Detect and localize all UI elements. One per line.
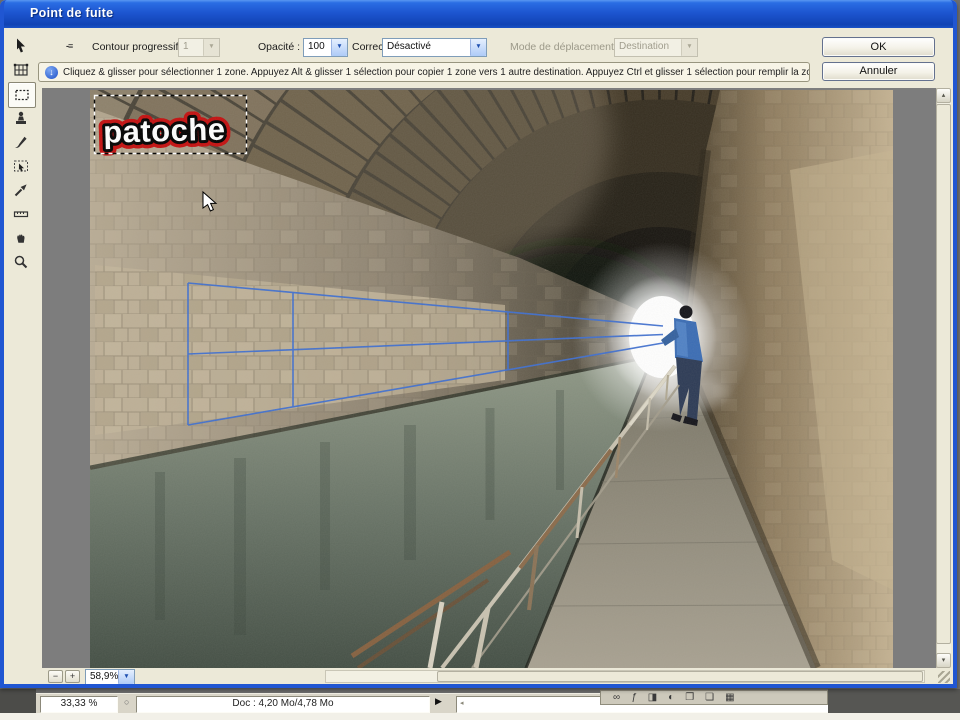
create-plane-tool[interactable] — [8, 58, 34, 82]
arrow-cursor-icon — [17, 38, 25, 53]
scroll-up-icon[interactable]: ▴ — [936, 88, 951, 103]
status-circle-icon: ○ — [124, 697, 130, 707]
status-zoom-field[interactable]: 33,33 % — [40, 696, 118, 713]
zoom-in-button[interactable]: + — [65, 670, 80, 683]
zoom-tool[interactable] — [8, 250, 34, 274]
workspace-corner — [0, 689, 36, 713]
horizontal-scroll-thumb[interactable] — [437, 671, 923, 682]
ok-button[interactable]: OK — [822, 37, 935, 57]
layer-mask-icon[interactable]: ◨ — [648, 691, 657, 704]
dashed-rect-icon — [15, 89, 29, 101]
info-icon: ↓ — [45, 65, 58, 79]
brush-icon — [15, 136, 27, 149]
preview-canvas[interactable]: patoche patoche patoche — [42, 88, 936, 668]
measure-tool[interactable] — [8, 202, 34, 226]
move-mode-value: Destination — [619, 41, 670, 52]
doc-info-arrow[interactable]: ▶ — [435, 696, 442, 707]
hint-text: Cliquez & glisser pour sélectionner 1 zo… — [63, 66, 810, 78]
opacity-value: 100 — [308, 41, 325, 52]
resize-grip[interactable] — [938, 671, 950, 683]
zoom-out-button[interactable]: − — [48, 670, 63, 683]
adjustment-layer-icon[interactable]: ◐ — [668, 691, 674, 704]
eyedropper-tool[interactable] — [8, 178, 34, 202]
layer-group-icon[interactable]: ❐ — [685, 691, 694, 704]
chevron-down-icon[interactable]: ▼ — [331, 39, 347, 56]
opacity-label: Opacité : — [258, 41, 301, 53]
vanishing-point-preview[interactable]: patoche patoche patoche — [90, 90, 893, 668]
chevron-down-icon[interactable]: ▼ — [470, 39, 486, 56]
delete-layer-icon[interactable]: ▦ — [725, 691, 734, 704]
feather-label: Contour progressif : — [92, 41, 185, 53]
ruler-icon — [13, 211, 29, 218]
hint-bar: ↓ Cliquez & glisser pour sélectionner 1 … — [38, 62, 810, 82]
marquee-tool[interactable] — [8, 82, 36, 108]
doc-size-field: Doc : 4,20 Mo/4,78 Mo — [136, 696, 430, 713]
taskbar-strip — [0, 713, 960, 720]
title-bar[interactable]: Point de fuite — [0, 0, 957, 28]
vanishing-point-dialog: Point de fuite -≡ Contour progressif : 1… — [0, 0, 957, 688]
opacity-combo[interactable]: 100 ▼ — [303, 38, 348, 57]
link-icon[interactable]: ∞ — [613, 691, 620, 704]
window-title: Point de fuite — [30, 6, 114, 20]
plane-grid-icon — [13, 63, 29, 76]
transform-icon — [14, 160, 28, 172]
cancel-button[interactable]: Annuler — [822, 62, 935, 81]
transform-tool[interactable] — [8, 154, 34, 178]
scroll-down-icon[interactable]: ▾ — [936, 653, 951, 668]
vertical-scroll-thumb[interactable] — [936, 104, 951, 644]
photo-grain — [90, 90, 893, 668]
chevron-down-icon: ▼ — [681, 39, 697, 56]
heal-combo[interactable]: Désactivé ▼ — [382, 38, 487, 57]
feather-value: 1 — [183, 41, 189, 52]
preview-zoom-value: 58,9% — [90, 671, 118, 682]
preview-zoom-combo[interactable]: 58,9% ▼ — [85, 669, 135, 685]
edit-plane-tool[interactable] — [8, 34, 34, 58]
eyedropper-icon — [14, 184, 27, 197]
move-mode-combo: Destination ▼ — [614, 38, 698, 57]
chevron-down-icon: ▼ — [203, 39, 219, 56]
scroll-left-icon[interactable]: ◂ — [457, 700, 464, 707]
hand-tool[interactable] — [8, 226, 34, 250]
stamp-icon — [16, 111, 26, 124]
layers-palette-footer: ∞ ƒ ◨ ◐ ❐ ❏ ▦ — [600, 690, 828, 705]
layer-style-icon[interactable]: ƒ — [631, 691, 637, 704]
tool-options-icon[interactable]: -≡ — [66, 41, 73, 51]
magnifier-icon — [14, 255, 28, 269]
hand-icon — [17, 234, 25, 243]
workspace-block — [828, 689, 960, 713]
chevron-down-icon[interactable]: ▼ — [118, 670, 134, 684]
heal-value: Désactivé — [387, 41, 431, 52]
stamp-tool[interactable] — [8, 106, 34, 130]
move-mode-label: Mode de déplacement : — [510, 41, 620, 53]
brush-tool[interactable] — [8, 130, 34, 154]
feather-combo: 1 ▼ — [178, 38, 220, 57]
new-layer-icon[interactable]: ❏ — [705, 691, 714, 704]
